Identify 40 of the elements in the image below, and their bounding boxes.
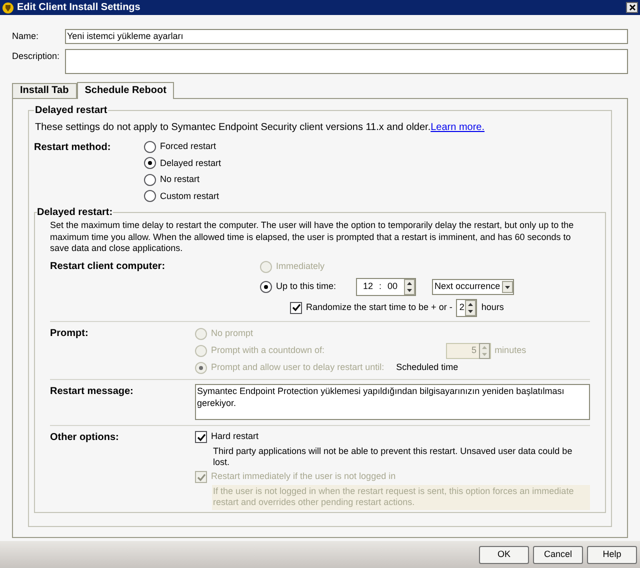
- tab[interactable]: Schedule Reboot: [76, 82, 174, 99]
- scheduled-time-text: Scheduled time: [396, 360, 458, 374]
- hours-label: hours: [481, 300, 504, 314]
- hours-spinner[interactable]: 2: [456, 298, 478, 316]
- dialog-button[interactable]: Help: [587, 546, 637, 564]
- other-options-label: Other options:: [50, 430, 120, 444]
- dialog-button[interactable]: Cancel: [533, 546, 583, 564]
- restart-client-label: Restart client computer:: [50, 260, 166, 274]
- name-field[interactable]: Yeni istemci yükleme ayarları: [65, 29, 628, 44]
- time-field[interactable]: 12 : 00: [356, 278, 416, 296]
- minutes-label: minutes: [494, 344, 526, 357]
- radio-label: Prompt and allow user to delay restart until:: [211, 360, 384, 374]
- learn-more-link[interactable]: Learn more.: [430, 122, 485, 133]
- tab[interactable]: Install Tab: [12, 83, 77, 98]
- description-text: Set the maximum time delay to restart the computer. The user will have the option to temporarily delay the restart, but only up to the maximum time you allow. When the allowed time is elapsed, the user is prompted that a restart is imminent, and has 60 seconds to save data and close applications.: [50, 220, 575, 254]
- notice-text: These settings do not apply to Symantec Endpoint Security client versions 11.x and older.Learn more.: [35, 121, 486, 135]
- randomize-label: Randomize the start time to be + or -: [306, 300, 452, 314]
- field-label: Name:: [12, 30, 40, 43]
- restart-method-label: Restart method:: [34, 141, 112, 155]
- occurrence-dropdown[interactable]: Next occurrence: [432, 278, 514, 294]
- radio-label: No prompt: [211, 326, 254, 340]
- checkbox-label: Hard restart: [211, 430, 259, 444]
- option-note: Third party applications will not be able to prevent this restart. Unsaved user data could be lost.: [212, 444, 574, 469]
- radio-label: Forced restart: [160, 140, 216, 153]
- dialog-button[interactable]: OK: [479, 546, 529, 564]
- radio-label: No restart: [160, 173, 200, 186]
- radio-label: Prompt with a countdown of:: [211, 344, 325, 357]
- checkbox-label: Restart immediately if the user is not logged in: [211, 470, 396, 484]
- radio-label: Up to this time:: [276, 280, 338, 293]
- radio-label: Immediately: [276, 260, 326, 273]
- option-note: If the user is not logged in when the restart request is sent, this option forces an immediate restart and overrides other pending restart actions.: [212, 484, 590, 510]
- group-title: Delayed restart: [34, 104, 108, 118]
- section-title: Delayed restart:: [37, 206, 113, 220]
- field-label: Description:: [12, 50, 61, 63]
- radio-label: Custom restart: [160, 190, 220, 202]
- restart-message-field[interactable]: Symantec Endpoint Protection yüklemesi yapıldığından bilgisayarınızın yeniden başlatılması gerekiyor.: [195, 384, 590, 420]
- window-title: Edit Client Install Settings: [17, 1, 142, 15]
- restart-message-label: Restart message:: [50, 384, 134, 398]
- prompt-label: Prompt:: [50, 326, 90, 340]
- radio-label: Delayed restart: [160, 156, 222, 170]
